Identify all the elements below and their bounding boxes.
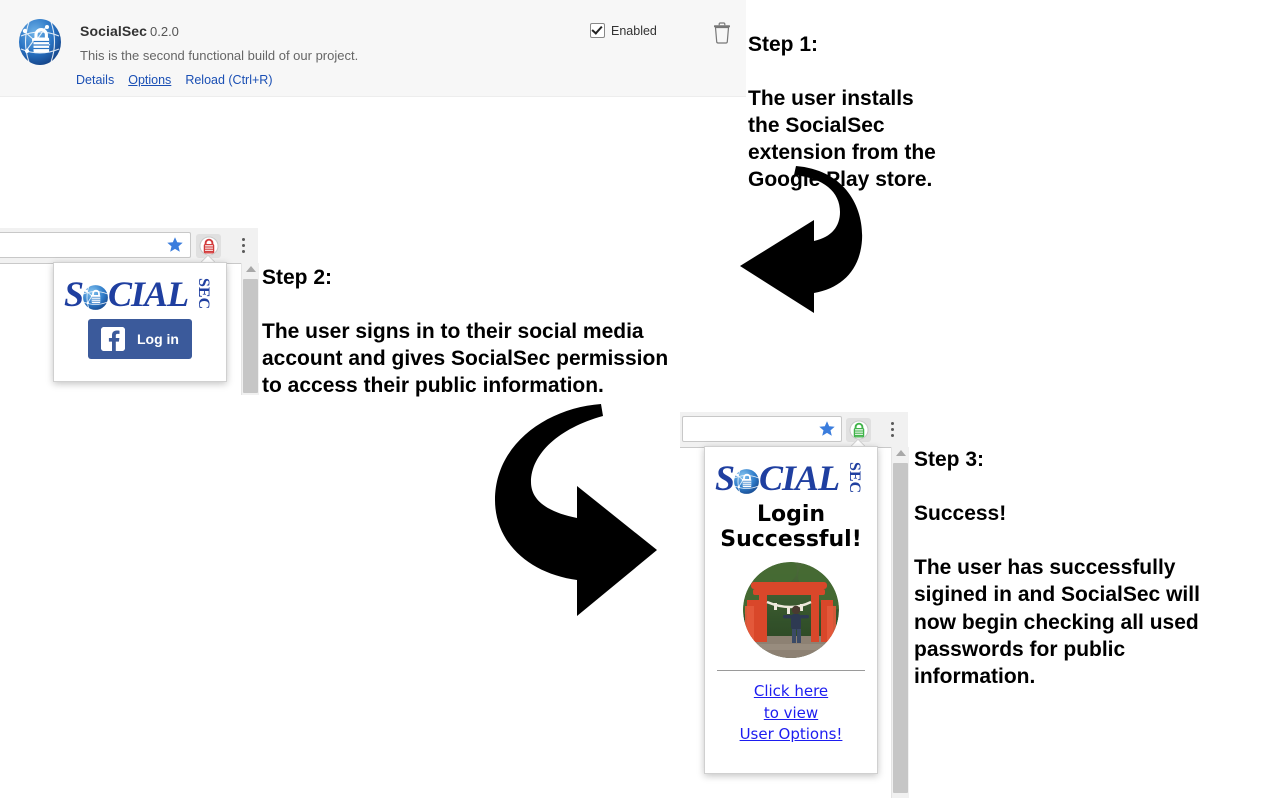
details-link[interactable]: Details — [76, 73, 114, 87]
popup-divider — [717, 670, 865, 672]
options-link[interactable]: Options — [128, 73, 171, 87]
logo-letters-cial: CIAL — [759, 458, 840, 498]
bookmark-star-icon[interactable] — [166, 236, 184, 259]
curved-arrow-down-left-icon — [740, 166, 863, 313]
browser-toolbar-step3 — [680, 412, 908, 448]
logo-letters-cial: CIAL — [108, 274, 189, 314]
step-3-callout: Step 3: Success! The user has successful… — [914, 419, 1260, 717]
logo-globe-lock-icon — [82, 284, 109, 315]
logo-letter-s: S — [64, 274, 84, 314]
scroll-up-arrow-icon[interactable] — [895, 450, 906, 456]
diagram-canvas: SocialSec 0.2.0 This is the second funct… — [0, 0, 1280, 800]
scrollbar-thumb[interactable] — [893, 463, 908, 793]
logo-seg-text: SEC — [846, 462, 863, 494]
step-2-body: The user signs in to their social media … — [262, 320, 669, 398]
extension-links: Details Options Reload (Ctrl+R) — [76, 73, 287, 87]
extension-description: This is the second functional build of o… — [80, 48, 359, 63]
trash-icon[interactable] — [712, 22, 732, 44]
scrollbar-thumb[interactable] — [243, 279, 258, 393]
scroll-up-arrow-icon[interactable] — [245, 266, 256, 272]
step-2-heading: Step 2: — [262, 266, 333, 290]
to-view-link[interactable]: to view — [705, 703, 877, 724]
enabled-label: Enabled — [611, 23, 657, 38]
user-options-links: Click here to view User Options! — [705, 681, 877, 745]
logo-letter-s: S — [715, 458, 735, 498]
login-status-line2: Successful! — [720, 526, 862, 552]
facebook-login-label: Log in — [137, 331, 179, 347]
user-options-link[interactable]: User Options! — [705, 724, 877, 745]
enabled-toggle[interactable]: Enabled — [590, 23, 657, 38]
facebook-f-icon — [101, 327, 125, 351]
step-2-callout: Step 2: The user signs in to their socia… — [262, 237, 742, 427]
login-status-title: Login Successful! — [705, 502, 877, 552]
click-here-link[interactable]: Click here — [705, 681, 877, 702]
omnibox-step2[interactable] — [0, 232, 191, 258]
extension-name: SocialSec — [80, 23, 148, 39]
socialsec-logo-step3: S CIAL SEC — [715, 460, 863, 496]
step-3-heading: Step 3: — [914, 448, 985, 472]
bookmark-star-icon[interactable] — [818, 420, 836, 443]
logo-seg-text: SEC — [195, 278, 212, 310]
facebook-login-button[interactable]: Log in — [88, 319, 192, 359]
kebab-menu-icon[interactable] — [236, 238, 250, 256]
enabled-checkbox[interactable] — [590, 23, 605, 38]
socialsec-shield-lock-icon — [16, 18, 64, 66]
step-3-body: Success! The user has successfully sigin… — [914, 502, 1200, 688]
vertical-scrollbar-step3[interactable] — [891, 447, 909, 798]
kebab-menu-icon[interactable] — [885, 422, 899, 440]
logo-globe-lock-icon — [733, 468, 760, 499]
browser-toolbar-step2 — [0, 228, 258, 264]
reload-link[interactable]: Reload (Ctrl+R) — [185, 73, 272, 87]
socialsec-logo-step2: S CIAL SEC — [64, 276, 212, 312]
extension-card: SocialSec 0.2.0 This is the second funct… — [0, 0, 746, 97]
login-status-line1: Login — [756, 502, 826, 527]
extension-version: 0.2.0 — [150, 24, 179, 39]
curved-arrow-down-right-icon — [495, 404, 657, 616]
vertical-scrollbar-step2[interactable] — [241, 263, 259, 395]
socialsec-popup-step2: S CIAL SEC Log in — [53, 262, 227, 382]
user-profile-photo-torii-gate — [743, 562, 839, 659]
step-1-heading: Step 1: — [748, 33, 819, 57]
socialsec-popup-step3: S CIAL SEC Login Successful! Click here … — [704, 446, 878, 774]
